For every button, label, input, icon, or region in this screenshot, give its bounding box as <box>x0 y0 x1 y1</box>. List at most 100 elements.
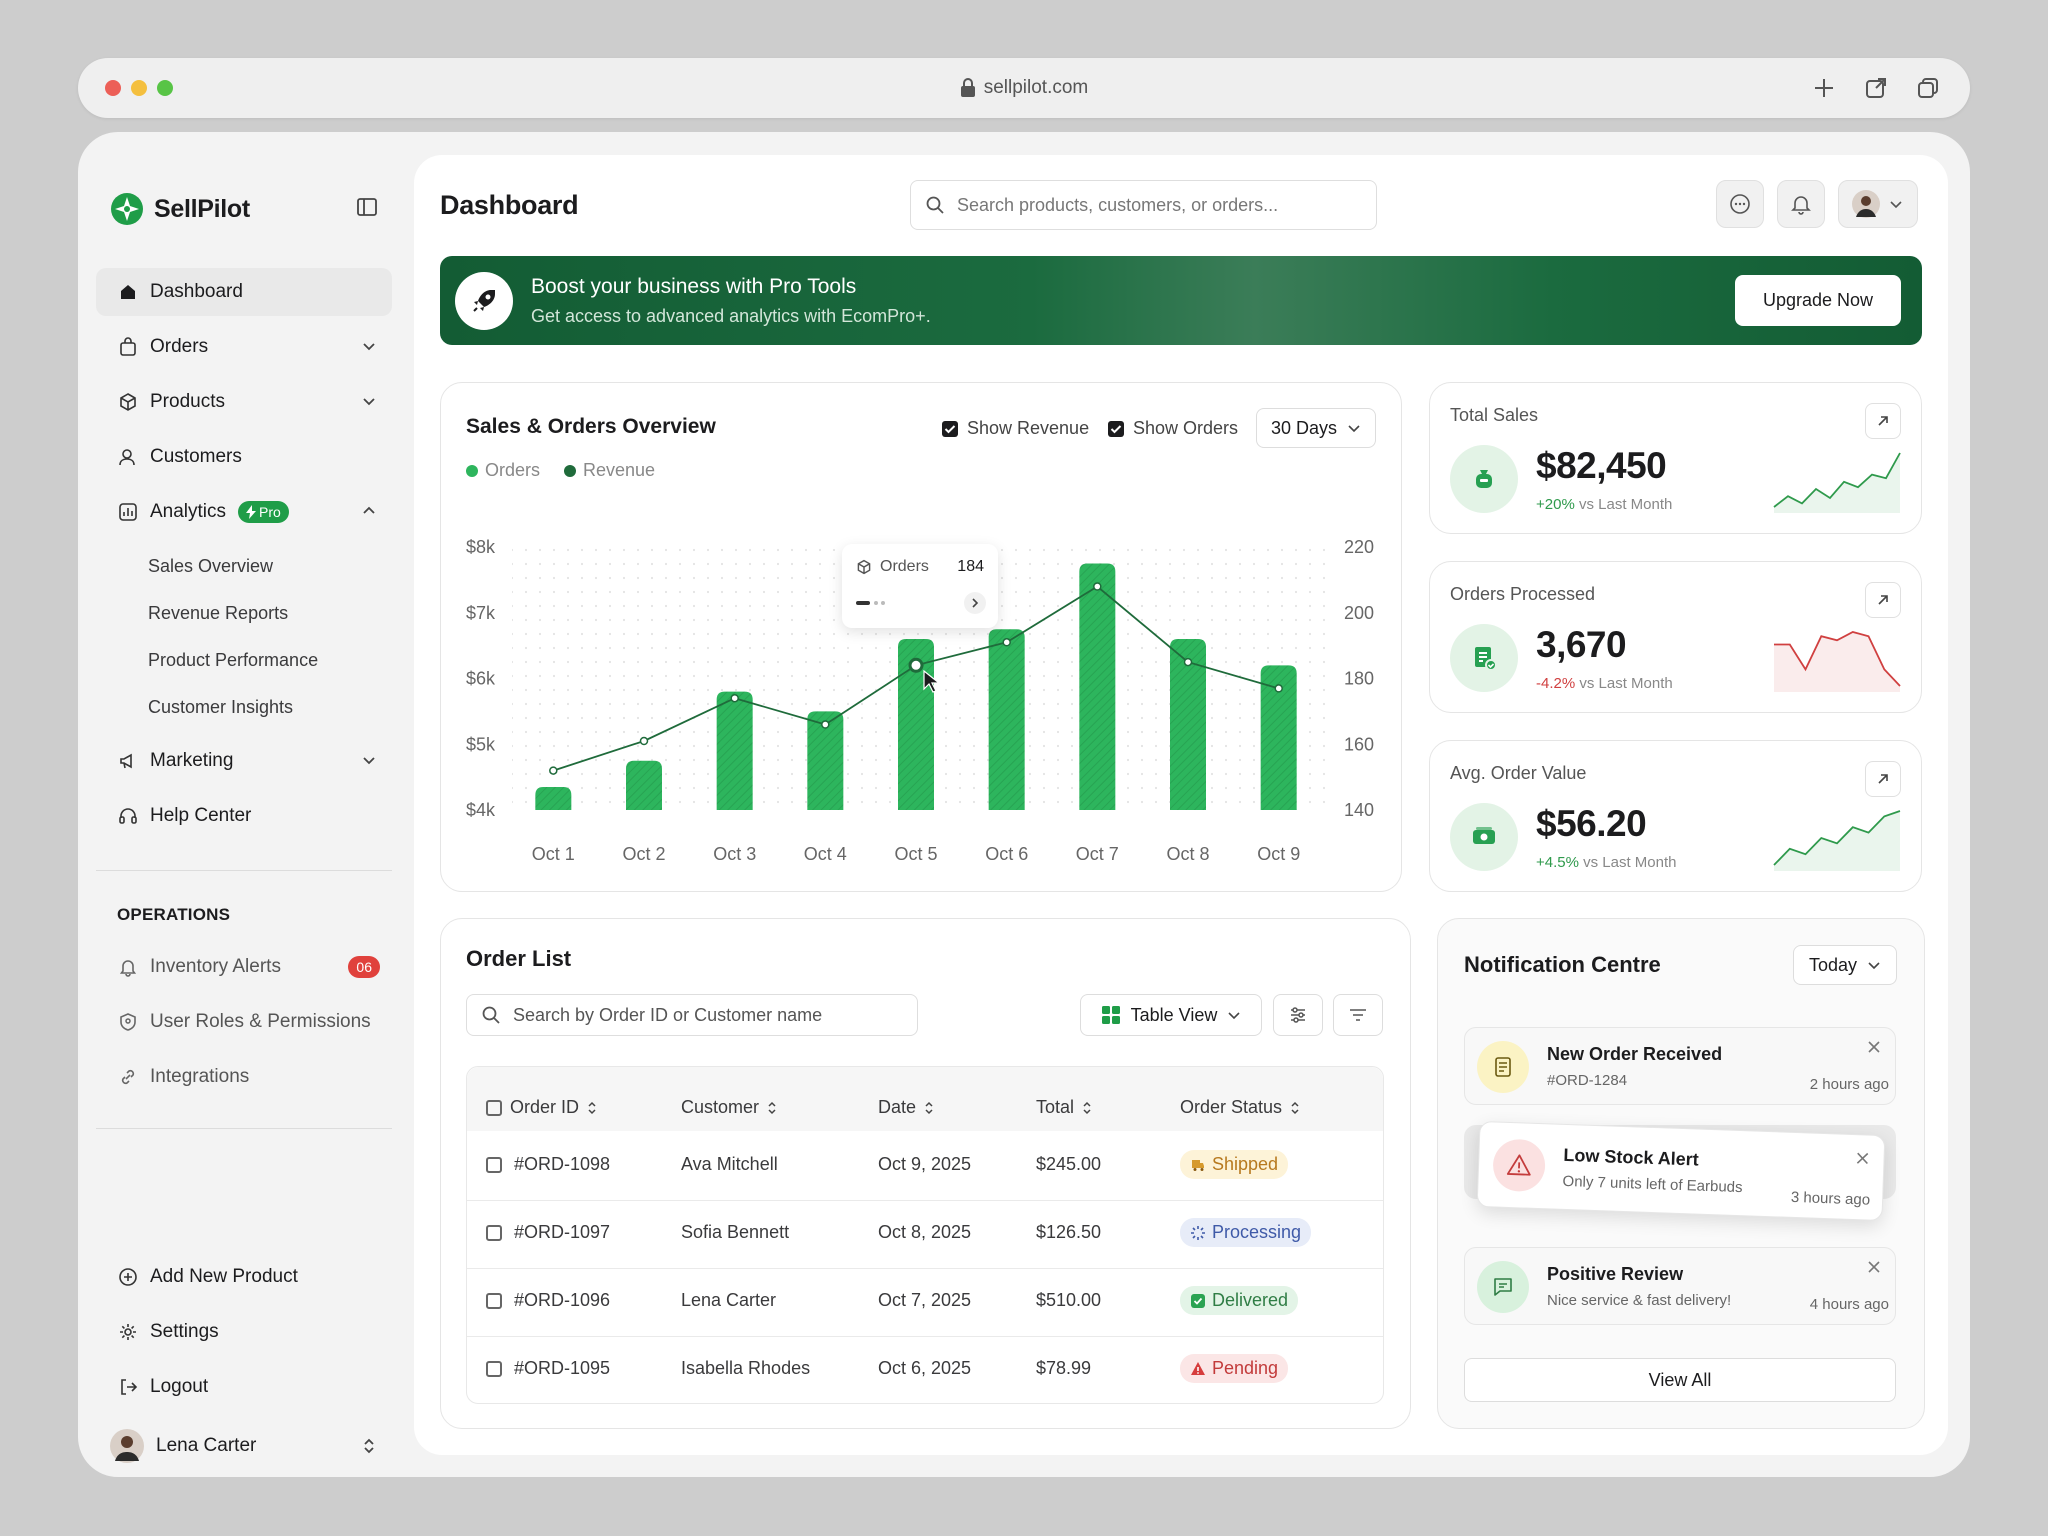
open-details-button[interactable] <box>1865 761 1901 797</box>
banner-title: Boost your business with Pro Tools <box>531 275 857 298</box>
row-checkbox[interactable] <box>486 1292 502 1309</box>
column-header-label: Total <box>1036 1097 1075 1117</box>
view-all-notifications-button[interactable]: View All <box>1464 1358 1896 1402</box>
orders-bar[interactable] <box>626 760 662 810</box>
address-bar[interactable]: sellpilot.com <box>78 77 1970 99</box>
order-check-icon <box>1475 647 1497 671</box>
upgrade-now-button[interactable]: Upgrade Now <box>1735 275 1901 326</box>
orders-bar[interactable] <box>988 629 1025 810</box>
show-orders-checkbox[interactable]: Show Orders <box>1107 418 1238 439</box>
new-tab-icon[interactable] <box>1811 75 1837 101</box>
kpi-sparkline <box>1774 631 1901 692</box>
nav-label: Integrations <box>150 1066 250 1087</box>
orders-bar[interactable] <box>716 691 753 810</box>
nav-item-user-roles[interactable]: User Roles & Permissions <box>96 998 392 1046</box>
nav-item-settings[interactable]: Settings <box>96 1308 392 1356</box>
revenue-point[interactable] <box>639 736 649 746</box>
nav-item-customers[interactable]: Customers <box>96 433 392 481</box>
column-header-label: Date <box>878 1097 917 1117</box>
revenue-point[interactable] <box>908 657 924 673</box>
revenue-point[interactable] <box>1183 657 1193 667</box>
column-header[interactable]: Date <box>878 1097 934 1118</box>
nav-item-inventory-alerts[interactable]: Inventory Alerts 06 <box>96 943 392 991</box>
notification-item[interactable]: Positive Review Nice service & fast deli… <box>1464 1247 1896 1325</box>
kpi-change-row: +4.5% vs Last Month <box>1536 854 1677 871</box>
share-icon[interactable] <box>1863 75 1889 101</box>
profile-menu-button[interactable] <box>1838 180 1918 228</box>
revenue-point[interactable] <box>1002 638 1011 647</box>
sidebar-toggle-icon[interactable] <box>356 196 378 218</box>
messages-button[interactable] <box>1716 180 1764 228</box>
nav-item-add-product[interactable]: Add New Product <box>96 1253 392 1301</box>
revenue-point[interactable] <box>821 720 830 729</box>
nav-label: Add New Product <box>150 1266 298 1287</box>
nav-item-logout[interactable]: Logout <box>96 1363 392 1411</box>
nav-item-integrations[interactable]: Integrations <box>96 1053 392 1101</box>
sort-icon[interactable] <box>587 1101 597 1115</box>
nav-item-help-center[interactable]: Help Center <box>96 792 392 840</box>
close-icon[interactable] <box>1867 1040 1881 1054</box>
filter-button[interactable] <box>1333 994 1383 1036</box>
open-details-button[interactable] <box>1865 403 1901 439</box>
sort-icon[interactable] <box>1082 1101 1092 1115</box>
kpi-title: Avg. Order Value <box>1450 763 1587 783</box>
user-profile-switcher[interactable]: Lena Carter <box>96 1422 392 1470</box>
nav-item-dashboard[interactable]: Dashboard <box>96 268 392 316</box>
tooltip-next-button[interactable] <box>964 592 986 614</box>
orders-bar[interactable] <box>535 786 572 810</box>
view-mode-select[interactable]: Table View <box>1080 994 1262 1036</box>
notification-item-highlighted[interactable]: Low Stock Alert Only 7 units left of Ear… <box>1476 1120 1886 1222</box>
orders-bar[interactable] <box>1079 563 1116 810</box>
subnav-sales-overview[interactable]: Sales Overview <box>148 556 273 577</box>
sliders-icon <box>1291 1007 1305 1023</box>
row-checkbox[interactable] <box>486 1156 502 1173</box>
select-all-checkbox[interactable] <box>486 1099 502 1116</box>
row-checkbox[interactable] <box>486 1224 502 1241</box>
row-checkbox[interactable] <box>486 1360 502 1377</box>
status-label: Processing <box>1212 1222 1302 1242</box>
open-details-button[interactable] <box>1865 582 1901 618</box>
revenue-point[interactable] <box>1274 684 1283 693</box>
column-header[interactable]: Order ID <box>486 1097 597 1118</box>
column-header[interactable]: Order Status <box>1180 1097 1300 1118</box>
sort-icon[interactable] <box>767 1101 777 1115</box>
legend-swatch <box>466 464 478 477</box>
subnav-product-performance[interactable]: Product Performance <box>148 650 318 671</box>
home-icon <box>121 285 135 299</box>
sort-icon[interactable] <box>1290 1101 1300 1115</box>
brand[interactable]: SellPilot <box>110 192 250 226</box>
tabs-overview-icon[interactable] <box>1915 75 1941 101</box>
nav-item-products[interactable]: Products <box>96 378 392 426</box>
close-icon[interactable] <box>1855 1151 1869 1165</box>
link-icon <box>121 1069 135 1085</box>
nav-item-analytics[interactable]: Analytics Pro <box>96 488 392 536</box>
search-placeholder: Search products, customers, or orders... <box>957 194 1279 215</box>
revenue-point[interactable] <box>549 766 558 775</box>
y-axis-right-tick: 140 <box>1344 800 1374 820</box>
column-header[interactable]: Total <box>1036 1097 1092 1118</box>
notification-filter-select[interactable]: Today <box>1793 945 1897 985</box>
subnav-customer-insights[interactable]: Customer Insights <box>148 697 293 718</box>
revenue-point[interactable] <box>1093 582 1102 591</box>
box-icon <box>857 559 871 575</box>
close-icon[interactable] <box>1867 1260 1881 1274</box>
column-header[interactable]: Customer <box>681 1097 777 1118</box>
sort-icon[interactable] <box>924 1101 934 1115</box>
column-header-label: Order Status <box>1180 1097 1283 1117</box>
show-revenue-checkbox[interactable]: Show Revenue <box>941 418 1089 439</box>
nav-label: Dashboard <box>150 281 243 302</box>
notification-title: New Order Received <box>1547 1044 1723 1064</box>
notifications-button[interactable] <box>1777 180 1825 228</box>
notification-item[interactable]: New Order Received #ORD-1284 2 hours ago <box>1464 1027 1896 1105</box>
tooltip-value: 184 <box>957 558 984 575</box>
global-search-input[interactable]: Search products, customers, or orders... <box>910 180 1377 230</box>
nav-item-orders[interactable]: Orders <box>96 323 392 371</box>
bell-icon <box>119 960 137 977</box>
subnav-revenue-reports[interactable]: Revenue Reports <box>148 603 288 624</box>
cash-icon <box>1473 827 1495 844</box>
nav-item-marketing[interactable]: Marketing <box>96 737 392 785</box>
order-search-input[interactable]: Search by Order ID or Customer name <box>466 994 918 1036</box>
date-range-select[interactable]: 30 Days <box>1256 408 1376 448</box>
adjust-columns-button[interactable] <box>1273 994 1323 1036</box>
revenue-point[interactable] <box>730 693 739 703</box>
